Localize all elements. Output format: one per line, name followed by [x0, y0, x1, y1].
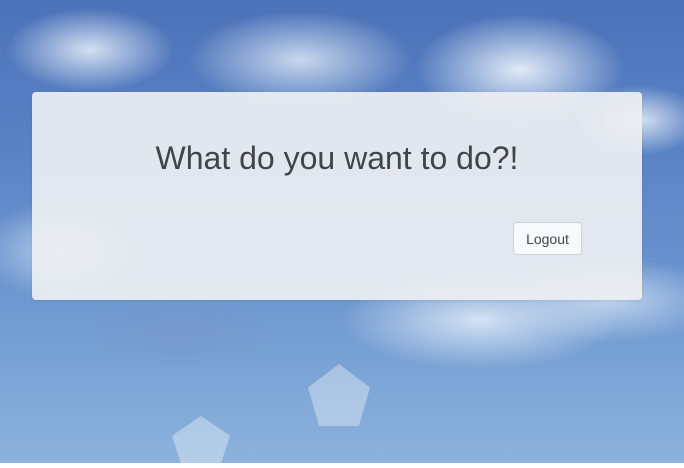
- logout-button[interactable]: Logout: [513, 222, 582, 255]
- page-title: What do you want to do?!: [155, 140, 519, 176]
- lens-flare: [172, 416, 230, 468]
- dialog-panel: What do you want to do?! Logout: [32, 92, 642, 300]
- lens-flare: [308, 364, 370, 426]
